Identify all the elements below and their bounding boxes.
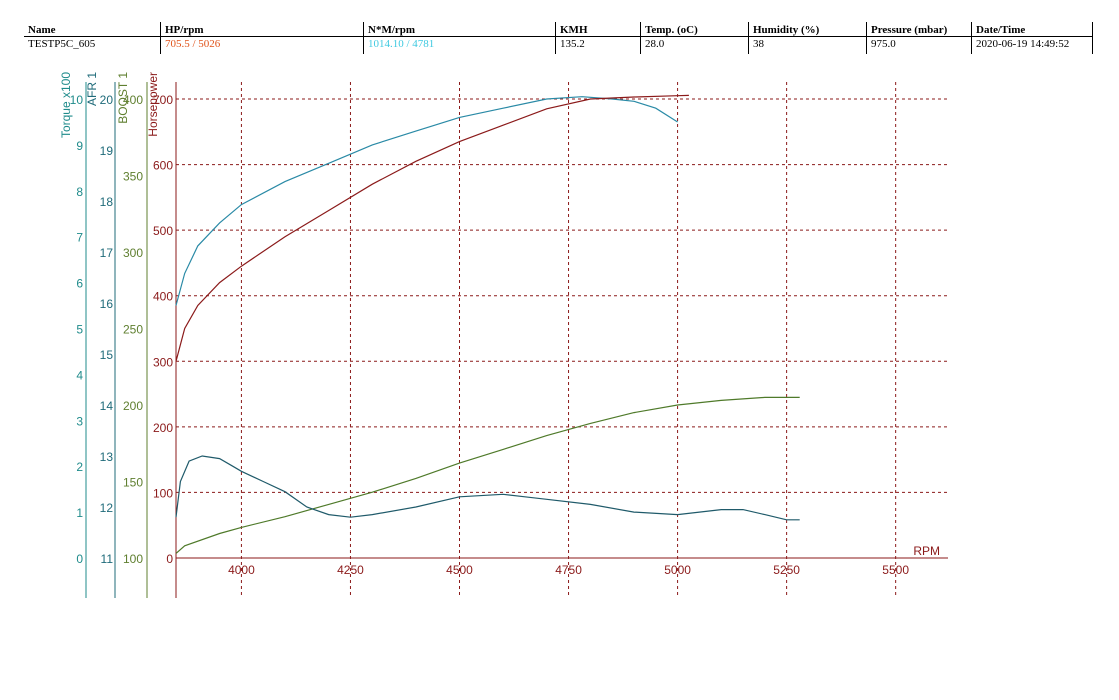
y-axis-title-hp: Horsepower <box>146 72 160 137</box>
y-tick-label-hp: 300 <box>153 355 173 369</box>
y-tick-label-torque: 9 <box>76 139 83 153</box>
y-tick-label-torque: 1 <box>76 506 83 520</box>
y-tick-label-afr: 15 <box>100 348 114 362</box>
y-tick-label-boost: 150 <box>123 476 143 490</box>
y-tick-label-hp: 0 <box>166 552 173 566</box>
y-tick-label-torque: 0 <box>76 552 83 566</box>
y-tick-label-afr: 19 <box>100 144 114 158</box>
y-tick-label-afr: 18 <box>100 195 114 209</box>
y-tick-label-hp: 500 <box>153 224 173 238</box>
y-tick-label-hp: 100 <box>153 486 173 500</box>
y-tick-label-boost: 200 <box>123 399 143 413</box>
y-tick-label-afr: 12 <box>100 501 114 515</box>
y-tick-label-hp: 200 <box>153 421 173 435</box>
y-tick-label-afr: 16 <box>100 297 114 311</box>
x-tick-label: 5250 <box>773 563 800 577</box>
dyno-chart: 4000 4250 4500 4750 5000 5250 5500RPM012345678… <box>59 72 948 598</box>
y-tick-label-boost: 100 <box>123 552 143 566</box>
series-line-afr <box>175 455 800 521</box>
series-line-boost <box>175 396 800 554</box>
x-tick-label: 4750 <box>555 563 582 577</box>
y-tick-label-hp: 600 <box>153 159 173 173</box>
y-tick-label-torque: 5 <box>76 323 83 337</box>
y-tick-label-boost: 250 <box>123 323 143 337</box>
y-tick-label-boost: 350 <box>123 170 143 184</box>
y-axis-title-torque: Torque x100 <box>59 72 73 138</box>
y-tick-label-torque: 3 <box>76 414 83 428</box>
y-tick-label-afr: 13 <box>100 450 114 464</box>
x-tick-label: 5500 <box>882 563 909 577</box>
y-tick-label-torque: 6 <box>76 277 83 291</box>
y-tick-label-afr: 20 <box>100 93 114 107</box>
y-tick-label-afr: 14 <box>100 399 114 413</box>
y-tick-label-afr: 17 <box>100 246 114 260</box>
y-axis-title-afr: AFR 1 <box>85 72 99 106</box>
x-tick-label: 4000 <box>228 563 255 577</box>
series-line-torque <box>175 96 678 306</box>
x-tick-label: 4250 <box>337 563 364 577</box>
x-tick-label: 4500 <box>446 563 473 577</box>
y-tick-label-hp: 400 <box>153 290 173 304</box>
y-axis-title-boost: BOOST 1 <box>116 72 130 124</box>
x-axis-title: RPM <box>913 544 940 558</box>
y-tick-label-boost: 300 <box>123 246 143 260</box>
y-tick-label-torque: 8 <box>76 185 83 199</box>
series-line-hp <box>175 94 689 362</box>
y-tick-label-afr: 11 <box>101 552 114 566</box>
x-tick-label: 5000 <box>664 563 691 577</box>
y-tick-label-torque: 4 <box>76 368 83 382</box>
y-tick-label-torque: 2 <box>76 460 83 474</box>
y-tick-label-torque: 7 <box>76 231 83 245</box>
